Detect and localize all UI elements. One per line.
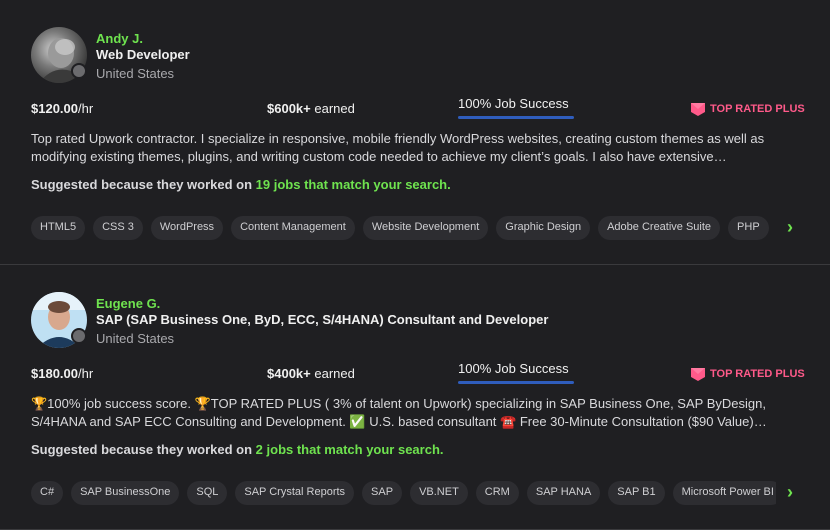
job-success-label: 100% Job Success bbox=[458, 361, 569, 376]
suggestion-note: Suggested because they worked on 2 jobs … bbox=[31, 442, 444, 457]
avatar[interactable] bbox=[31, 27, 87, 83]
chevron-right-icon[interactable]: › bbox=[787, 483, 793, 501]
skill-tag[interactable]: Graphic Design bbox=[496, 216, 591, 240]
earned-label: earned bbox=[310, 101, 355, 116]
freelancer-title: Web Developer bbox=[96, 47, 190, 62]
freelancer-description: Top rated Upwork contractor. I specializ… bbox=[31, 131, 765, 164]
online-status-dot bbox=[71, 328, 87, 344]
rate-unit: /hr bbox=[78, 366, 94, 381]
skill-tag[interactable]: CSS 3 bbox=[93, 216, 143, 240]
hourly-rate: $120.00/hr bbox=[31, 101, 93, 116]
skill-tag[interactable]: HTML5 bbox=[31, 216, 86, 240]
skill-tag[interactable]: SAP HANA bbox=[526, 481, 601, 505]
chevron-right-icon[interactable]: › bbox=[787, 218, 793, 236]
job-success-label: 100% Job Success bbox=[458, 96, 569, 111]
rate-value: $180.00 bbox=[31, 366, 78, 381]
matching-jobs-link[interactable]: 19 jobs that match your search. bbox=[256, 177, 451, 192]
skill-tag[interactable]: WordPress bbox=[150, 216, 224, 240]
job-success: 100% Job Success bbox=[458, 361, 574, 384]
total-earned: $600k+ earned bbox=[267, 101, 355, 116]
rate-value: $120.00 bbox=[31, 101, 78, 116]
skill-tag[interactable]: SAP Crystal Reports bbox=[235, 481, 355, 505]
rate-unit: /hr bbox=[78, 101, 94, 116]
skill-tag[interactable]: CRM bbox=[475, 481, 519, 505]
skills-list: HTML5 CSS 3 WordPress Content Management… bbox=[31, 216, 776, 240]
freelancer-location: United States bbox=[96, 66, 175, 81]
freelancer-card[interactable]: Andy J. Web Developer United States $120… bbox=[0, 0, 830, 265]
freelancer-description: 🏆100% job success score. 🏆TOP RATED PLUS… bbox=[31, 396, 767, 429]
skill-tag[interactable]: Website Development bbox=[362, 216, 489, 240]
skill-tag[interactable]: SQL bbox=[187, 481, 228, 505]
suggestion-prefix: Suggested because they worked on bbox=[31, 442, 256, 457]
skill-tag[interactable]: PHP bbox=[728, 216, 769, 240]
freelancer-name[interactable]: Eugene G. bbox=[96, 296, 160, 311]
skills-list: C# SAP BusinessOne SQL SAP Crystal Repor… bbox=[31, 481, 776, 505]
badge-label: TOP RATED PLUS bbox=[710, 368, 805, 380]
job-success-bar bbox=[458, 381, 574, 384]
skill-tag[interactable]: VB.NET bbox=[410, 481, 468, 505]
earned-value: $600k+ bbox=[267, 101, 311, 116]
top-rated-plus-badge-icon bbox=[691, 368, 705, 381]
job-success: 100% Job Success bbox=[458, 96, 574, 119]
matching-jobs-link[interactable]: 2 jobs that match your search. bbox=[256, 442, 444, 457]
total-earned: $400k+ earned bbox=[267, 366, 355, 381]
hourly-rate: $180.00/hr bbox=[31, 366, 93, 381]
skill-tag[interactable]: SAP bbox=[362, 481, 403, 505]
suggestion-note: Suggested because they worked on 19 jobs… bbox=[31, 177, 451, 192]
skill-tag[interactable]: SAP BusinessOne bbox=[71, 481, 180, 505]
freelancer-title: SAP (SAP Business One, ByD, ECC, S/4HANA… bbox=[96, 312, 549, 327]
skill-tag[interactable]: Content Management bbox=[231, 216, 355, 240]
badge-label: TOP RATED PLUS bbox=[710, 103, 805, 115]
skill-tag[interactable]: SAP B1 bbox=[608, 481, 665, 505]
freelancer-name[interactable]: Andy J. bbox=[96, 31, 143, 46]
skill-tag[interactable]: Adobe Creative Suite bbox=[598, 216, 721, 240]
freelancer-card[interactable]: Eugene G. SAP (SAP Business One, ByD, EC… bbox=[0, 265, 830, 530]
top-rated-plus-badge: TOP RATED PLUS bbox=[690, 366, 805, 382]
job-success-bar bbox=[458, 116, 574, 119]
online-status-dot bbox=[71, 63, 87, 79]
skill-tag[interactable]: C# bbox=[31, 481, 64, 505]
avatar[interactable] bbox=[31, 292, 87, 348]
freelancer-location: United States bbox=[96, 331, 175, 346]
earned-label: earned bbox=[310, 366, 355, 381]
top-rated-plus-badge-icon bbox=[691, 103, 705, 116]
skill-tag[interactable]: Microsoft Power BI bbox=[672, 481, 776, 505]
top-rated-plus-badge: TOP RATED PLUS bbox=[690, 101, 805, 117]
suggestion-prefix: Suggested because they worked on bbox=[31, 177, 256, 192]
earned-value: $400k+ bbox=[267, 366, 311, 381]
